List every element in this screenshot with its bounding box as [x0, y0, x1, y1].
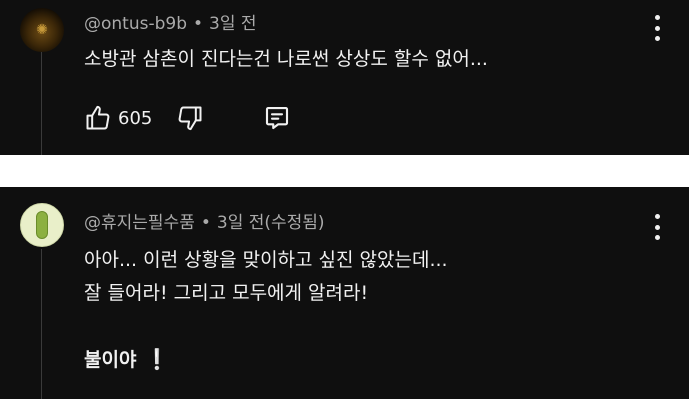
comment-card: @휴지는필수품 • 3일 전(수정됨) 아아... 이런 상황을 맞이하고 싶진 않…: [0, 187, 689, 399]
dislike-button[interactable]: [176, 104, 204, 132]
more-vert-icon: [654, 15, 660, 41]
comment-meta: @휴지는필수품 • 3일 전(수정됨): [84, 208, 325, 233]
thumbs-up-icon: [84, 104, 112, 132]
author-handle[interactable]: @ontus-b9b: [84, 14, 187, 34]
avatar-emblem-icon: ✺: [36, 22, 48, 38]
paragraph-break: [84, 310, 448, 343]
more-options-button[interactable]: [651, 214, 663, 240]
comment-line: 아아... 이런 상황을 맞이하고 싶진 않았는데...: [84, 249, 448, 271]
meta-separator: •: [200, 213, 211, 233]
like-button[interactable]: 605: [84, 104, 152, 132]
avatar[interactable]: [20, 203, 64, 247]
author-handle[interactable]: @휴지는필수품: [84, 213, 195, 233]
comment-time[interactable]: 3일 전: [209, 14, 257, 34]
more-options-button[interactable]: [651, 15, 663, 41]
thumbs-down-icon: [176, 104, 204, 132]
comment-line: 소방관 삼촌이 진다는건 나로썬 상상도 할수 없어...: [84, 48, 488, 70]
more-vert-icon: [654, 214, 660, 240]
avatar-emblem-icon: [36, 211, 48, 239]
comment-body: 소방관 삼촌이 진다는건 나로썬 상상도 할수 없어...: [84, 43, 488, 76]
comment-meta: @ontus-b9b • 3일 전: [84, 9, 257, 34]
avatar[interactable]: ✺: [20, 8, 64, 52]
comment-final-word: 불이야: [84, 349, 137, 371]
exclamation-icon: ❕: [144, 347, 170, 371]
like-count: 605: [118, 107, 153, 129]
meta-separator: •: [193, 14, 204, 34]
comment-card: ✺ @ontus-b9b • 3일 전 소방관 삼촌이 진다는건 나로썬 상상도 할…: [0, 0, 689, 155]
comment-actions: 605: [84, 102, 292, 134]
reply-button[interactable]: [262, 103, 292, 133]
thread-line: [41, 249, 42, 399]
reply-bubble-icon: [262, 103, 292, 133]
comment-body: 아아... 이런 상황을 맞이하고 싶진 않았는데... 잘 들어라! 그리고 …: [84, 244, 448, 376]
comment-line: 불이야 ❕: [84, 343, 448, 376]
thread-line: [41, 52, 42, 155]
comment-line: 잘 들어라! 그리고 모두에게 알려라!: [84, 282, 369, 304]
comment-time[interactable]: 3일 전(수정됨): [217, 213, 325, 233]
